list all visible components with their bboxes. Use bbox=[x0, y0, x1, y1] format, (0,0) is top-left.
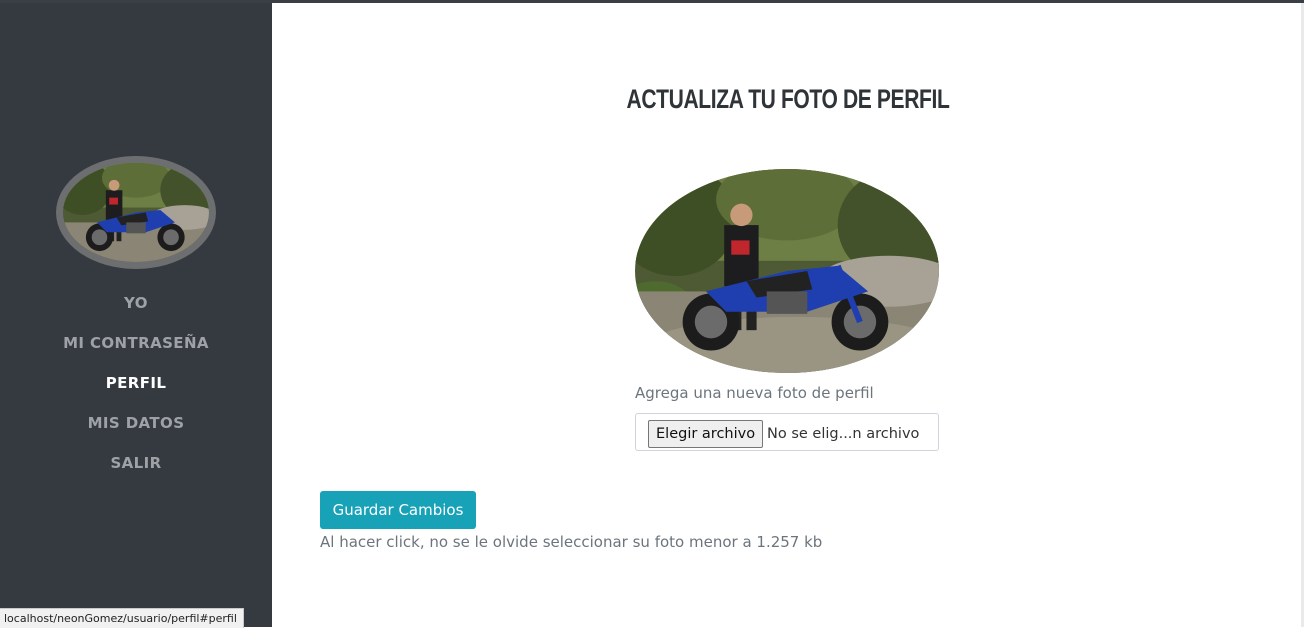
sidebar-item-yo[interactable]: YO bbox=[0, 283, 272, 323]
sidebar-nav: YO MI CONTRASEÑA PERFIL MIS DATOS SALIR bbox=[0, 283, 272, 483]
sidebar: YO MI CONTRASEÑA PERFIL MIS DATOS SALIR bbox=[0, 3, 272, 627]
upload-label: Agrega una nueva foto de perfil bbox=[635, 384, 874, 402]
avatar bbox=[56, 156, 216, 269]
choose-file-button[interactable]: Elegir archivo bbox=[648, 420, 764, 448]
help-text: Al hacer click, no se le olvide seleccio… bbox=[320, 533, 823, 551]
avatar-photo bbox=[63, 163, 209, 262]
sidebar-item-mis-datos[interactable]: MIS DATOS bbox=[0, 403, 272, 443]
motorcycle-photo-icon bbox=[63, 163, 209, 262]
profile-photo-preview bbox=[635, 169, 939, 373]
status-bar-url: localhost/neonGomez/usuario/perfil#perfi… bbox=[0, 608, 244, 628]
motorcycle-photo-icon bbox=[635, 169, 939, 373]
sidebar-item-perfil[interactable]: PERFIL bbox=[0, 363, 272, 403]
save-changes-button[interactable]: Guardar Cambios bbox=[320, 491, 476, 529]
file-status-text: No se elig...n archivo bbox=[767, 426, 920, 442]
sidebar-item-mi-contrasena[interactable]: MI CONTRASEÑA bbox=[0, 323, 272, 363]
page-title: ACTUALIZA TU FOTO DE PERFIL bbox=[626, 84, 950, 114]
file-input[interactable]: Elegir archivo No se elig...n archivo bbox=[635, 413, 939, 451]
sidebar-item-salir[interactable]: SALIR bbox=[0, 443, 272, 483]
